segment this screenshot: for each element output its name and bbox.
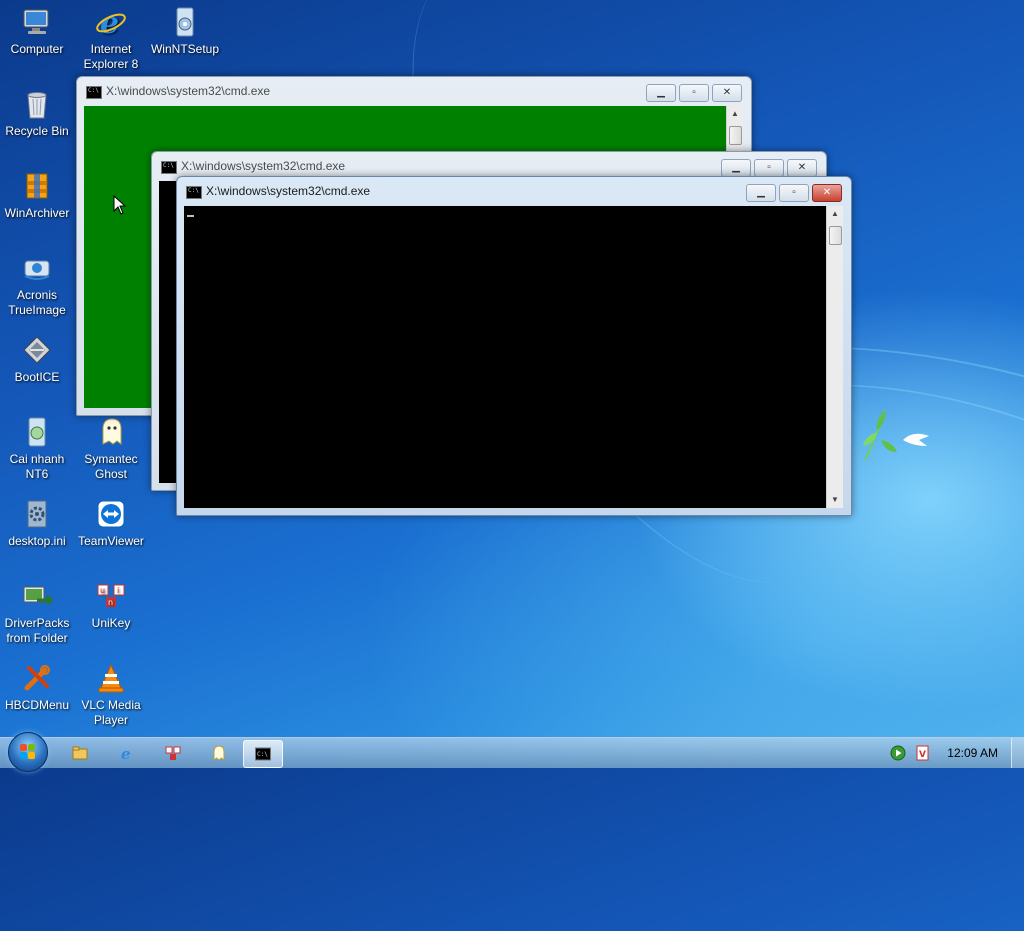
desktop-icon-label: VLC Media Player [81, 698, 141, 727]
maximize-button[interactable]: ▫ [679, 84, 709, 102]
hbcdmenu-icon [24, 665, 50, 691]
winntsetup-icon [176, 7, 194, 37]
desktop-icon-label: Internet Explorer 8 [83, 42, 139, 71]
mouse-pointer-icon [113, 195, 127, 215]
desktop-icon-label: desktop.ini [8, 534, 66, 548]
cai-nhanh-icon [28, 417, 46, 447]
internet-explorer-icon: e [96, 6, 126, 38]
desktop-icon-label: Symantec Ghost [84, 452, 138, 481]
show-desktop-button[interactable] [1011, 738, 1024, 768]
svg-text:n: n [108, 598, 113, 607]
window-title: X:\windows\system32\cmd.exe [206, 184, 371, 198]
desktop-icon-winntsetup[interactable]: WinNTSetup [148, 6, 222, 57]
desktop-icon-label: DriverPacks from Folder [4, 616, 70, 645]
desktop-icon-label: Cai nhanh NT6 [9, 452, 65, 481]
windows-logo-icon [20, 744, 27, 751]
desktop-icon-label: BootICE [14, 370, 60, 384]
taskbar: e C:\ V 12:09 AM [0, 732, 1024, 772]
close-button[interactable]: ✕ [712, 84, 742, 102]
recycle-bin-icon [27, 92, 47, 119]
desktop-icon-symantec-ghost[interactable]: Symantec Ghost [74, 416, 148, 482]
driverpacks-icon [23, 586, 53, 606]
taskbar-ghost-button[interactable] [200, 740, 238, 766]
desktop-icon-recycle-bin[interactable]: Recycle Bin [0, 88, 74, 139]
scroll-up-arrow[interactable]: ▲ [727, 106, 743, 122]
cmd-icon [86, 86, 102, 99]
svg-text:C:\: C:\ [257, 751, 268, 758]
desktop-icon-bootice[interactable]: BootICE [0, 334, 74, 385]
start-button[interactable] [8, 732, 48, 772]
vertical-scrollbar[interactable]: ▲ ▼ [826, 206, 843, 508]
teamviewer-icon [97, 500, 125, 528]
window-title: X:\windows\system32\cmd.exe [106, 84, 271, 98]
desktop-icon-internet-explorer[interactable]: e Internet Explorer 8 [74, 6, 148, 72]
title-bar[interactable]: X:\windows\system32\cmd.exe ▁ ▫ ✕ [77, 77, 751, 105]
scroll-down-arrow[interactable]: ▼ [827, 492, 843, 508]
vlc-icon [98, 663, 124, 693]
minimize-button[interactable]: ▁ [721, 159, 751, 177]
acronis-icon [24, 260, 50, 280]
cmd-icon [161, 161, 177, 174]
scroll-thumb[interactable] [829, 226, 842, 245]
desktop-icon-label: TeamViewer [78, 534, 144, 548]
winarchiver-icon [26, 173, 48, 199]
desktop-icon-label: Recycle Bin [5, 124, 69, 138]
desktop-icon-label: Acronis TrueImage [8, 288, 66, 317]
minimize-button[interactable]: ▁ [646, 84, 676, 102]
desktop-icon-winarchiver[interactable]: WinArchiver [0, 170, 74, 221]
close-button[interactable]: ✕ [812, 184, 842, 202]
taskbar-clock[interactable]: 12:09 AM [947, 746, 998, 760]
cmd-icon: C:\ [255, 747, 271, 761]
desktop-icon-vlc[interactable]: VLC Media Player [74, 662, 148, 728]
svg-text:u: u [100, 586, 105, 595]
desktop-icon-label: UniKey [91, 616, 131, 630]
unikey-tray-icon[interactable]: V [915, 744, 931, 762]
minimize-button[interactable]: ▁ [746, 184, 776, 202]
unikey-icon: u in [97, 584, 125, 607]
taskbar-ie-button[interactable]: e [108, 740, 146, 766]
title-bar[interactable]: X:\windows\system32\cmd.exe ▁ ▫ ✕ [177, 177, 851, 205]
cmd-icon [186, 186, 202, 199]
ghost-icon [102, 418, 122, 445]
scroll-up-arrow[interactable]: ▲ [827, 206, 843, 222]
desktop-icon-label: Computer [10, 42, 64, 56]
maximize-button[interactable]: ▫ [754, 159, 784, 177]
wallpaper-bird-decoration [863, 409, 929, 461]
cmd-window-3[interactable]: X:\windows\system32\cmd.exe ▁ ▫ ✕ ▲ ▼ [176, 176, 852, 516]
taskbar-unikey-button[interactable] [154, 740, 192, 766]
text-cursor [187, 215, 194, 217]
ghost-icon [213, 745, 225, 761]
desktop-icon-cai-nhanh[interactable]: Cai nhanh NT6 [0, 416, 74, 482]
svg-text:i: i [117, 586, 119, 595]
settings-file-icon [27, 500, 47, 528]
window-title: X:\windows\system32\cmd.exe [181, 159, 346, 173]
console-area[interactable] [184, 206, 826, 508]
taskbar-cmd-button[interactable]: C:\ [243, 740, 283, 768]
explorer-icon [72, 746, 88, 760]
desktop-icon-driverpacks[interactable]: DriverPacks from Folder [0, 580, 74, 646]
taskbar-explorer-button[interactable] [61, 740, 99, 766]
desktop-icon-unikey[interactable]: u in UniKey [74, 580, 148, 631]
unikey-icon [165, 746, 181, 760]
svg-text:V: V [919, 750, 926, 760]
scroll-thumb[interactable] [729, 126, 742, 145]
desktop-icon-computer[interactable]: Computer [0, 6, 74, 57]
desktop-icon-acronis[interactable]: Acronis TrueImage [0, 252, 74, 318]
internet-explorer-icon: e [121, 745, 131, 761]
desktop-icon-desktop-ini[interactable]: desktop.ini [0, 498, 74, 549]
desktop-icon-label: WinNTSetup [150, 42, 220, 56]
desktop-icon-label: HBCDMenu [4, 698, 70, 712]
maximize-button[interactable]: ▫ [779, 184, 809, 202]
svg-text:e: e [121, 745, 131, 761]
computer-icon [23, 9, 49, 34]
media-play-icon[interactable] [890, 745, 906, 761]
close-button[interactable]: ✕ [787, 159, 817, 177]
bootice-icon [23, 336, 51, 364]
desktop-icon-hbcdmenu[interactable]: HBCDMenu [0, 662, 74, 713]
desktop-icon-teamviewer[interactable]: TeamViewer [74, 498, 148, 549]
desktop-icon-label: WinArchiver [4, 206, 70, 220]
